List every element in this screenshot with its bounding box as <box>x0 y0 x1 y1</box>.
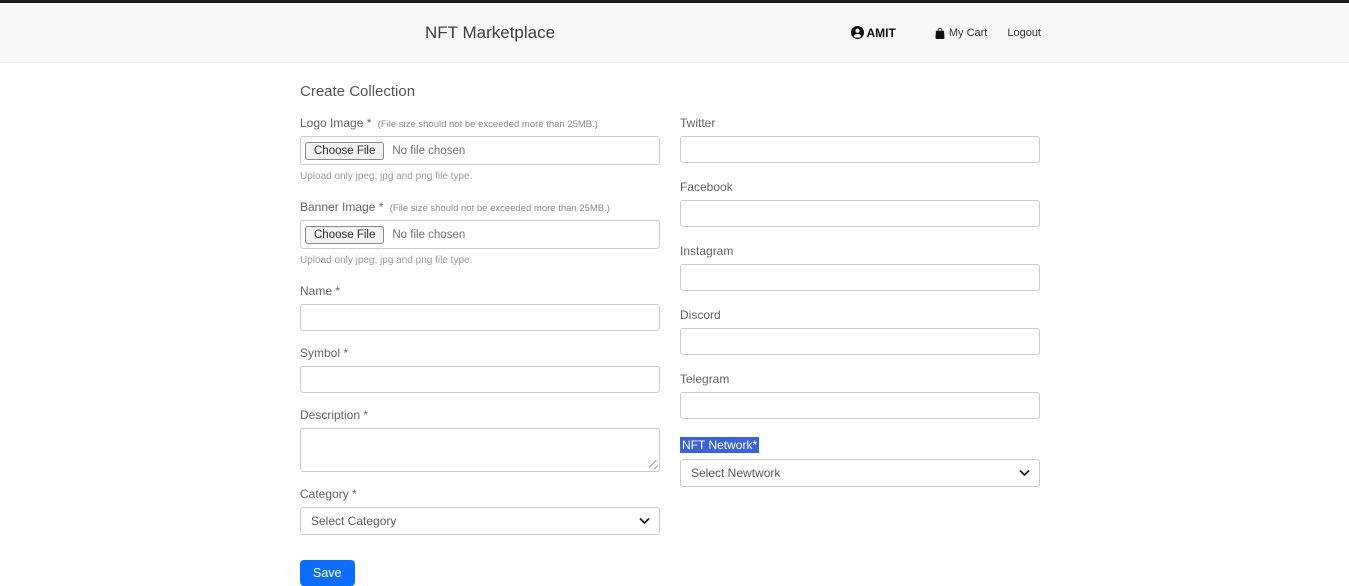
instagram-group: Instagram <box>680 244 1040 291</box>
description-group: Description * <box>300 408 660 472</box>
logo-image-note: (File size should not be exceeded more t… <box>378 119 598 130</box>
instagram-input[interactable] <box>680 264 1040 291</box>
name-label: Name * <box>300 284 660 298</box>
user-name: AMIT <box>867 26 896 40</box>
cart-icon <box>934 27 946 39</box>
banner-image-group: Banner Image * (File size should not be … <box>300 200 660 266</box>
brand-title: NFT Marketplace <box>425 23 555 43</box>
logout-link[interactable]: Logout <box>1007 27 1041 39</box>
facebook-input[interactable] <box>680 200 1040 227</box>
chevron-down-icon <box>1019 470 1030 477</box>
network-selected-value: Select Newtwork <box>691 466 780 480</box>
telegram-label: Telegram <box>680 372 1040 386</box>
symbol-group: Symbol * <box>300 346 660 393</box>
logo-image-group: Logo Image * (File size should not be ex… <box>300 116 660 182</box>
banner-file-input[interactable]: Choose File No file chosen <box>300 220 660 249</box>
network-label-highlighted: NFT Network* <box>680 437 759 453</box>
logo-file-input[interactable]: Choose File No file chosen <box>300 136 660 165</box>
symbol-label: Symbol * <box>300 346 660 360</box>
logo-image-label: Logo Image * <box>300 116 371 130</box>
symbol-input[interactable] <box>300 366 660 393</box>
description-label: Description * <box>300 408 660 422</box>
discord-input[interactable] <box>680 328 1040 355</box>
banner-image-note: (File size should not be exceeded more t… <box>390 203 610 214</box>
facebook-label: Facebook <box>680 180 1040 194</box>
form-columns: Logo Image * (File size should not be ex… <box>300 116 1040 586</box>
create-collection-page: Create Collection Logo Image * (File siz… <box>300 63 1040 586</box>
header: NFT Marketplace AMIT My Cart Logout <box>0 3 1349 63</box>
instagram-label: Instagram <box>680 244 1040 258</box>
cart-label: My Cart <box>949 27 988 39</box>
logout-label: Logout <box>1007 27 1041 39</box>
page-title: Create Collection <box>300 83 1040 100</box>
category-select[interactable]: Select Category <box>300 507 660 535</box>
save-button[interactable]: Save <box>300 560 355 586</box>
name-group: Name * <box>300 284 660 331</box>
banner-file-status: No file chosen <box>392 229 465 241</box>
facebook-group: Facebook <box>680 180 1040 227</box>
form-right-column: Twitter Facebook Instagram Discord Teleg… <box>680 116 1040 586</box>
banner-image-label: Banner Image * <box>300 200 383 214</box>
header-nav: AMIT My Cart Logout <box>851 26 1041 40</box>
logo-help-text: Upload only jpeg, jpg and png file type. <box>300 171 660 182</box>
discord-label: Discord <box>680 308 1040 322</box>
category-label: Category * <box>300 487 660 501</box>
twitter-label: Twitter <box>680 116 1040 130</box>
description-textarea-wrap <box>300 428 660 472</box>
banner-help-text: Upload only jpeg, jpg and png file type. <box>300 255 660 266</box>
network-select[interactable]: Select Newtwork <box>680 459 1040 487</box>
banner-image-label-row: Banner Image * (File size should not be … <box>300 200 660 214</box>
discord-group: Discord <box>680 308 1040 355</box>
logo-choose-file-button[interactable]: Choose File <box>305 142 384 160</box>
category-group: Category * Select Category <box>300 487 660 535</box>
user-menu[interactable]: AMIT <box>851 26 896 40</box>
name-input[interactable] <box>300 304 660 331</box>
logo-file-status: No file chosen <box>392 145 465 157</box>
banner-choose-file-button[interactable]: Choose File <box>305 226 384 244</box>
form-left-column: Logo Image * (File size should not be ex… <box>300 116 660 586</box>
my-cart-link[interactable]: My Cart <box>934 27 988 39</box>
telegram-input[interactable] <box>680 392 1040 419</box>
chevron-down-icon <box>639 518 650 525</box>
user-icon <box>851 26 864 39</box>
description-textarea[interactable] <box>300 428 660 472</box>
category-selected-value: Select Category <box>311 514 396 528</box>
twitter-group: Twitter <box>680 116 1040 163</box>
telegram-group: Telegram <box>680 372 1040 419</box>
logo-image-label-row: Logo Image * (File size should not be ex… <box>300 116 660 130</box>
network-group: NFT Network* Select Newtwork <box>680 436 1040 487</box>
twitter-input[interactable] <box>680 136 1040 163</box>
